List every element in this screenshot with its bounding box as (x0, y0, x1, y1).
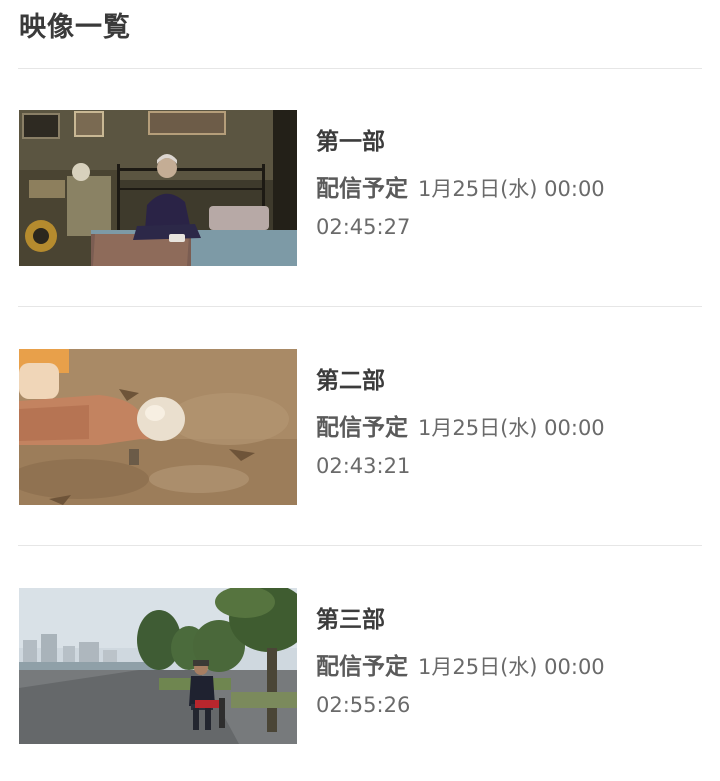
divider (18, 306, 702, 307)
divider (18, 68, 702, 69)
schedule-row: 配信予定 1月25日(水) 00:00 (316, 173, 605, 205)
video-title[interactable]: 第一部 (316, 125, 605, 159)
schedule-label: 配信予定 (316, 415, 408, 441)
video-item-part1[interactable]: 第一部 配信予定 1月25日(水) 00:00 02:45:27 (19, 110, 703, 270)
thumbnail-elderly-woman-bedroom (19, 110, 297, 266)
schedule-label: 配信予定 (316, 176, 408, 202)
video-item-part2[interactable]: 第二部 配信予定 1月25日(水) 00:00 02:43:21 (19, 349, 703, 509)
video-duration: 02:43:21 (316, 454, 411, 478)
video-duration: 02:45:27 (316, 215, 411, 239)
video-duration: 02:55:26 (316, 693, 411, 717)
video-thumbnail[interactable] (19, 588, 297, 744)
divider (18, 545, 702, 546)
schedule-row: 配信予定 1月25日(水) 00:00 (316, 651, 605, 683)
video-item-part3[interactable]: 第三部 配信予定 1月25日(水) 00:00 02:55:26 (19, 588, 703, 748)
video-thumbnail[interactable] (19, 349, 297, 505)
video-info: 第二部 配信予定 1月25日(水) 00:00 02:43:21 (316, 364, 605, 480)
schedule-date: 1月25日(水) 00:00 (418, 177, 605, 201)
video-title[interactable]: 第三部 (316, 603, 605, 637)
schedule-row: 配信予定 1月25日(水) 00:00 (316, 412, 605, 444)
thumbnail-hand-digging-soil (19, 349, 297, 505)
video-info: 第三部 配信予定 1月25日(水) 00:00 02:55:26 (316, 603, 605, 719)
thumbnail-man-sitting-riverside (19, 588, 297, 744)
section-title: 映像一覧 (19, 12, 131, 43)
video-info: 第一部 配信予定 1月25日(水) 00:00 02:45:27 (316, 125, 605, 241)
schedule-label: 配信予定 (316, 654, 408, 680)
video-thumbnail[interactable] (19, 110, 297, 266)
schedule-date: 1月25日(水) 00:00 (418, 655, 605, 679)
schedule-date: 1月25日(水) 00:00 (418, 416, 605, 440)
video-title[interactable]: 第二部 (316, 364, 605, 398)
